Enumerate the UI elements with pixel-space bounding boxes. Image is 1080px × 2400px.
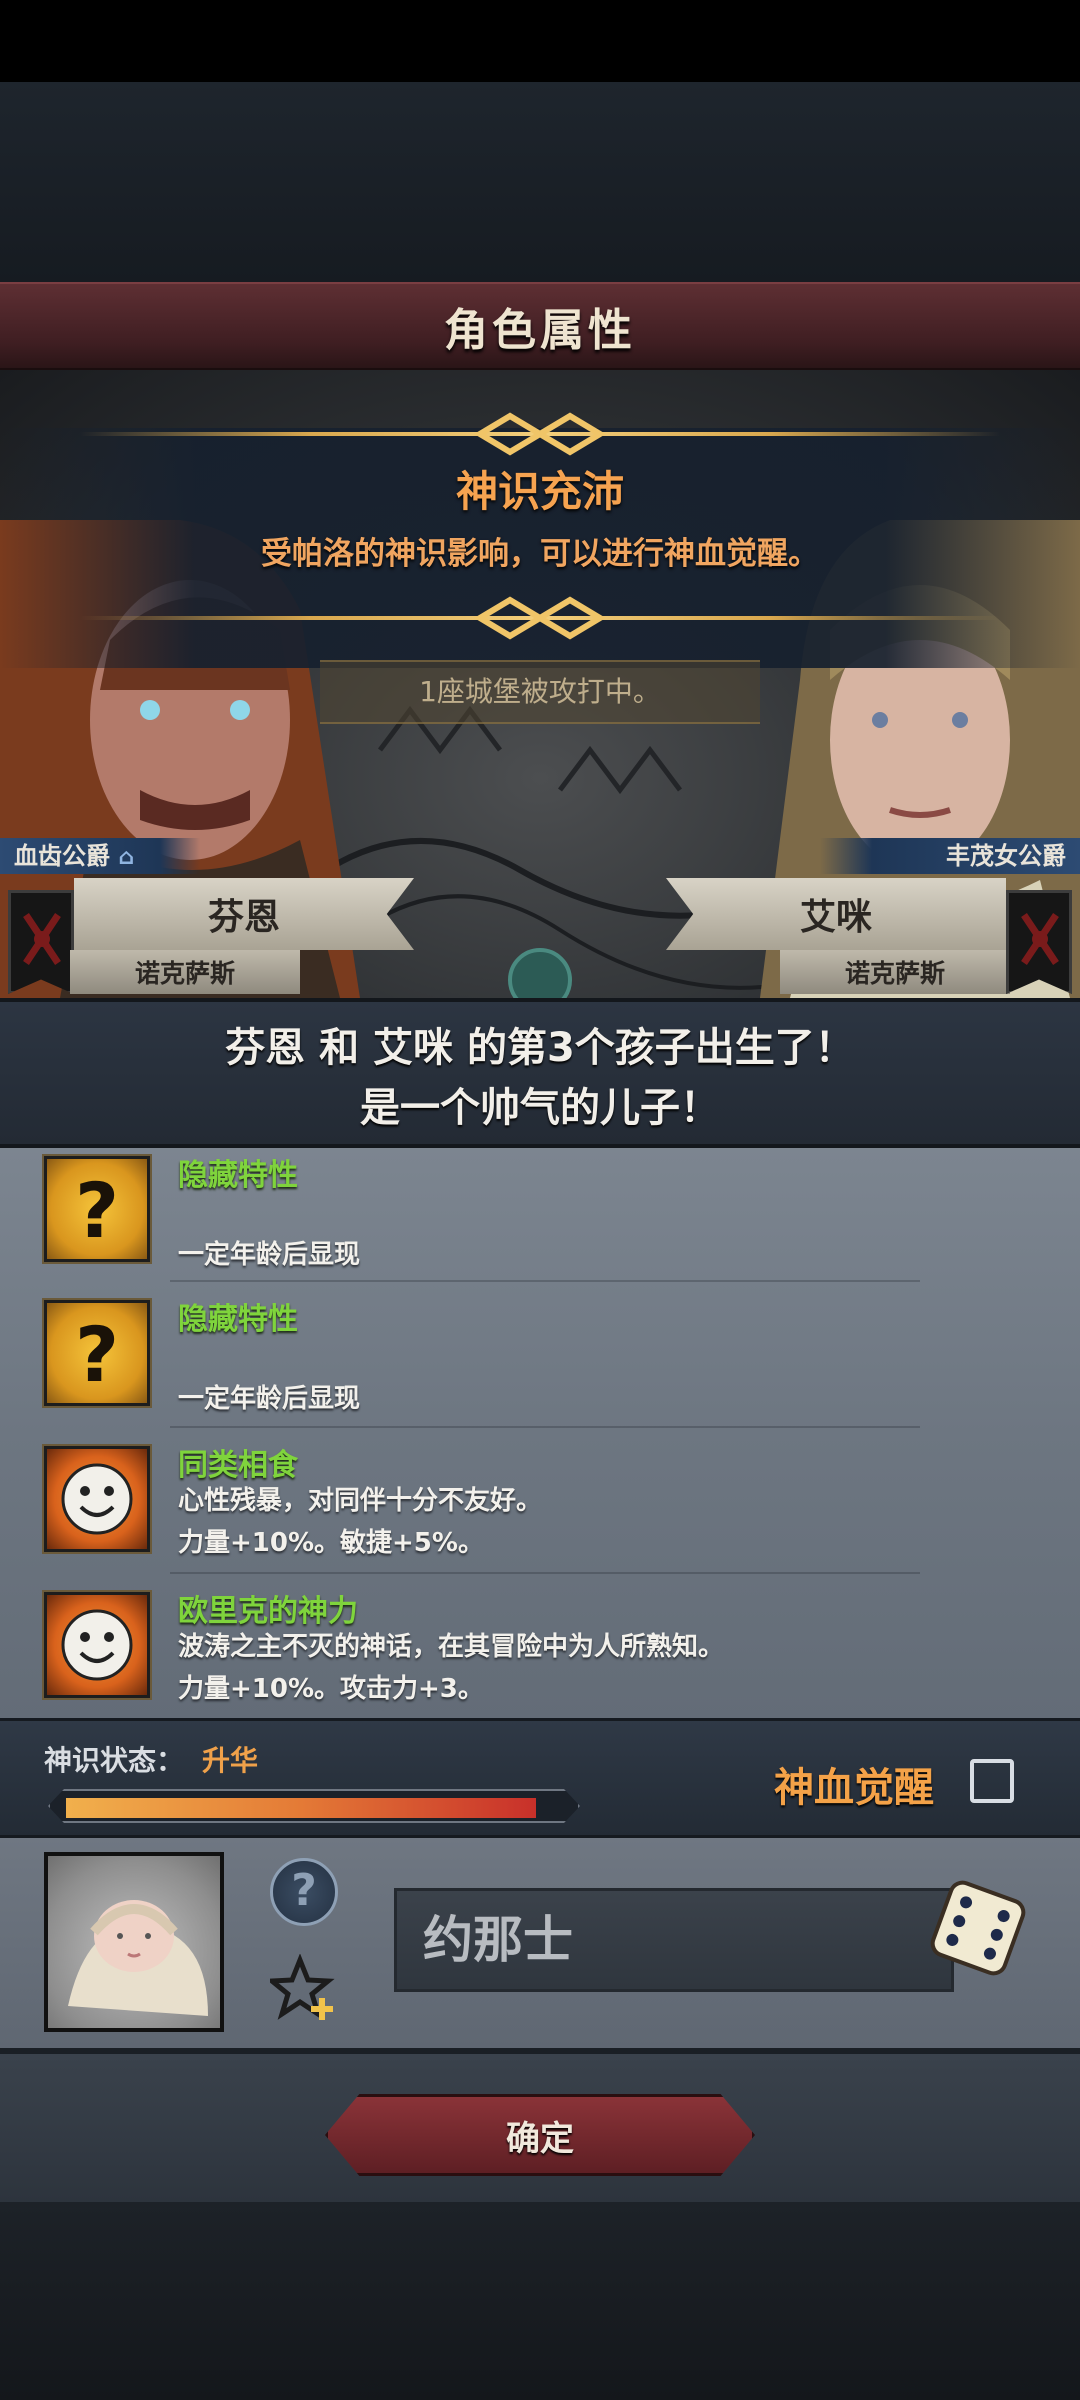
- father-title: 血齿公爵 ⌂: [0, 838, 200, 874]
- svg-text:?: ?: [75, 1310, 119, 1399]
- trait-name: 隐藏特性: [178, 1302, 298, 1337]
- divider: [170, 1572, 920, 1574]
- smiley-face-icon: [44, 1446, 150, 1552]
- random-dice-icon[interactable]: [926, 1876, 1030, 1980]
- page-title: 角色属性: [444, 305, 636, 356]
- banner-description: 受帕洛的神识影响，可以进行神血觉醒。: [261, 536, 819, 572]
- divine-status-bar: 神识状态： 升华 神血觉醒: [0, 1718, 1080, 1838]
- birth-line-2: 是一个帅气的儿子！: [360, 1085, 720, 1131]
- baby-avatar: [44, 1852, 224, 2032]
- trait-effect: 力量+10%。攻击力+3。: [178, 1674, 484, 1704]
- footer: 确定: [0, 2048, 1080, 2202]
- trait-list[interactable]: ? 隐藏特性 一定年龄后显现 ? 隐藏特性 一定年龄后显现 同类相食 心性残暴，…: [0, 1148, 1080, 1718]
- divine-status-value: 升华: [202, 1744, 259, 1777]
- trait-item[interactable]: 同类相食 心性残暴，对同伴十分不友好。 力量+10%。敏捷+5%。: [0, 1438, 1080, 1583]
- divider: [170, 1426, 920, 1428]
- banner-title: 神识充沛: [455, 467, 624, 516]
- blood-awaken-checkbox[interactable]: [970, 1759, 1014, 1803]
- mother-house-plate: 诺克萨斯: [780, 950, 1010, 994]
- smiley-face-icon: [44, 1592, 150, 1698]
- trait-item[interactable]: ? 隐藏特性 一定年龄后显现: [0, 1292, 1080, 1437]
- banner-bottom-knot-icon: [474, 596, 606, 640]
- family-scene: 神识充沛 受帕洛的神识影响，可以进行神血觉醒。 1座城堡被攻打中。 血齿公爵 ⌂…: [0, 370, 1080, 998]
- crown-icon: ⌂: [118, 845, 135, 870]
- trait-effect: 力量+10%。敏捷+5%。: [178, 1528, 484, 1558]
- trait-desc: 心性残暴，对同伴十分不友好。: [178, 1486, 543, 1516]
- favorite-star-icon[interactable]: [270, 1954, 340, 2024]
- axe-crest-icon: [1021, 913, 1059, 965]
- child-naming-panel: ? 约那士: [0, 1838, 1080, 2048]
- top-backdrop: [0, 82, 1080, 282]
- father-house-plate: 诺克萨斯: [70, 950, 300, 994]
- mother-title: 丰茂女公爵: [820, 838, 1080, 874]
- bottom-backdrop: [0, 2202, 1080, 2400]
- mother-name-plate[interactable]: 艾咪: [666, 878, 1006, 950]
- banner-top-knot-icon: [474, 412, 606, 456]
- divider: [170, 1280, 920, 1282]
- trait-desc: 一定年龄后显现: [178, 1240, 361, 1270]
- trait-name: 同类相食: [178, 1448, 298, 1483]
- trait-item[interactable]: ? 隐藏特性 一定年龄后显现: [0, 1148, 1080, 1293]
- child-name-field[interactable]: 约那士: [394, 1888, 954, 1992]
- trait-desc: 一定年龄后显现: [178, 1384, 361, 1414]
- trait-desc: 波涛之主不灭的神话，在其冒险中为人所熟知。: [178, 1632, 725, 1662]
- trait-item[interactable]: 欧里克的神力 波涛之主不灭的神话，在其冒险中为人所熟知。 力量+10%。攻击力+…: [0, 1584, 1080, 1729]
- divine-progress-fill: [66, 1798, 536, 1818]
- trait-name: 隐藏特性: [178, 1158, 298, 1193]
- question-icon: ?: [44, 1300, 150, 1406]
- status-bar-area: [0, 0, 1080, 82]
- help-button[interactable]: ?: [270, 1858, 338, 1926]
- father-name-plate[interactable]: 芬恩: [74, 878, 414, 950]
- axe-crest-icon: [23, 913, 61, 965]
- title-bar: 角色属性: [0, 282, 1080, 370]
- svg-text:?: ?: [75, 1166, 119, 1255]
- question-icon: ?: [44, 1156, 150, 1262]
- castle-siege-message: 1座城堡被攻打中。: [320, 660, 760, 724]
- blood-awaken-label[interactable]: 神血觉醒: [774, 1755, 934, 1813]
- trait-name: 欧里克的神力: [178, 1594, 358, 1629]
- mother-house-flag: [1006, 890, 1072, 994]
- baby-icon: [68, 1900, 208, 2016]
- divine-status-label: 神识状态：: [44, 1744, 185, 1777]
- birth-line-1: 芬恩 和 艾咪 的第3个孩子出生了！: [225, 1025, 855, 1071]
- birth-announcement: 芬恩 和 艾咪 的第3个孩子出生了！ 是一个帅气的儿子！: [0, 998, 1080, 1148]
- father-house-flag: [8, 890, 74, 994]
- confirm-button[interactable]: 确定: [325, 2094, 755, 2176]
- divine-progress-bar: [48, 1789, 580, 1823]
